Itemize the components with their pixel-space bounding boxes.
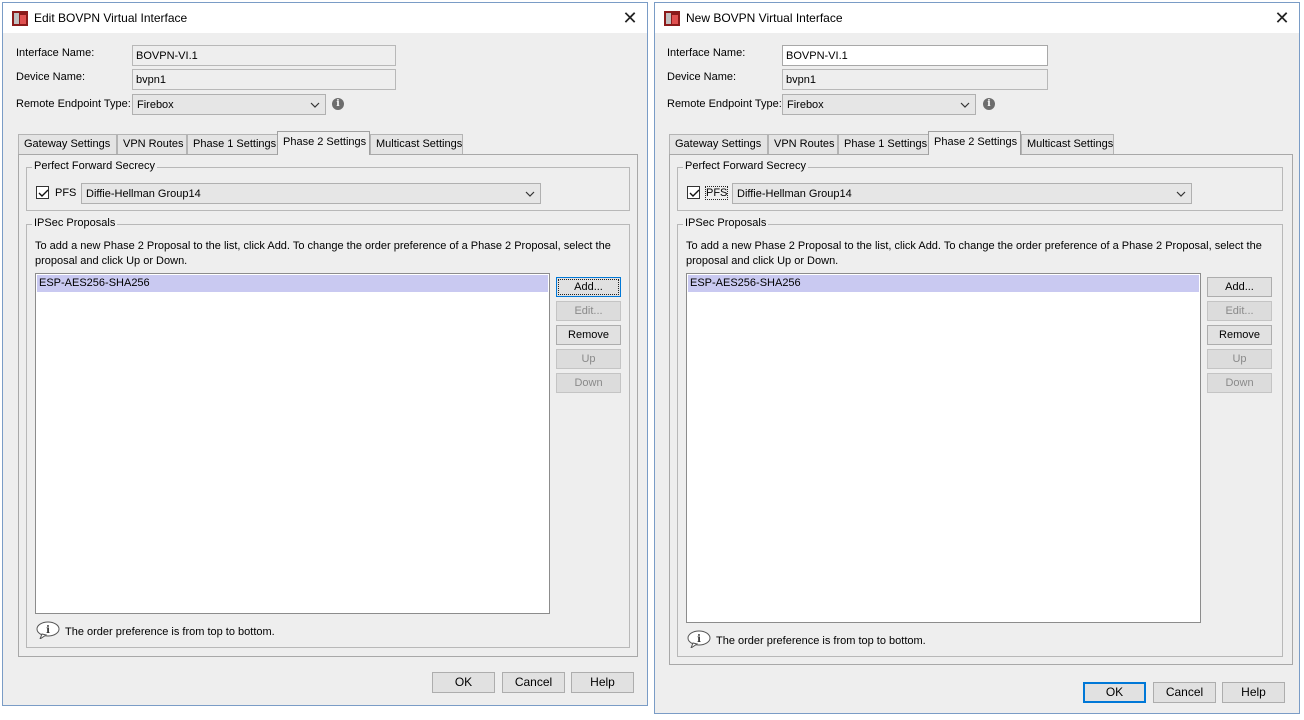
order-note: The order preference is from top to bott… bbox=[65, 626, 275, 638]
tab-phase2-settings[interactable]: Phase 2 Settings bbox=[928, 131, 1021, 155]
cancel-button[interactable]: Cancel bbox=[1153, 682, 1216, 703]
remove-button[interactable]: Remove bbox=[556, 325, 621, 345]
ok-button[interactable]: OK bbox=[432, 672, 495, 693]
tab-vpn-routes[interactable]: VPN Routes bbox=[117, 134, 187, 154]
ipsec-proposals-group: IPSec Proposals To add a new Phase 2 Pro… bbox=[26, 217, 630, 648]
tab-gateway-settings[interactable]: Gateway Settings bbox=[669, 134, 768, 154]
remote-endpoint-value: Firebox bbox=[787, 99, 824, 111]
device-name-field[interactable]: bvpn1 bbox=[782, 69, 1048, 90]
up-button[interactable]: Up bbox=[556, 349, 621, 369]
dh-group-value: Diffie-Hellman Group14 bbox=[737, 188, 852, 200]
list-item[interactable]: ESP-AES256-SHA256 bbox=[688, 275, 1199, 292]
ok-button[interactable]: OK bbox=[1083, 682, 1146, 703]
pfs-checkbox[interactable] bbox=[36, 186, 49, 199]
remote-endpoint-select[interactable]: Firebox bbox=[782, 94, 976, 115]
focus-ring bbox=[558, 279, 619, 295]
info-bubble-icon: i bbox=[687, 630, 711, 648]
pfs-group-title: Perfect Forward Secrecy bbox=[32, 160, 158, 172]
device-name-label: Device Name: bbox=[667, 71, 737, 83]
title-bar[interactable]: Edit BOVPN Virtual Interface ✕ bbox=[3, 3, 647, 33]
help-button[interactable]: Help bbox=[1222, 682, 1285, 703]
chevron-down-icon bbox=[525, 191, 535, 197]
chevron-down-icon bbox=[310, 102, 320, 108]
firebox-app-icon bbox=[12, 11, 28, 26]
ipsec-proposals-group: IPSec Proposals To add a new Phase 2 Pro… bbox=[677, 217, 1283, 657]
cancel-button[interactable]: Cancel bbox=[502, 672, 565, 693]
order-note: The order preference is from top to bott… bbox=[716, 635, 926, 647]
title-bar[interactable]: New BOVPN Virtual Interface ✕ bbox=[655, 3, 1299, 33]
ipsec-description-line2: proposal and click Up or Down. bbox=[686, 255, 839, 267]
pfs-checkbox[interactable] bbox=[687, 186, 700, 199]
edit-bovpn-dialog: Edit BOVPN Virtual Interface ✕ Interface… bbox=[2, 2, 648, 706]
info-bubble-icon: i bbox=[36, 621, 60, 639]
close-button[interactable]: ✕ bbox=[1269, 6, 1295, 30]
ipsec-description-line1: To add a new Phase 2 Proposal to the lis… bbox=[35, 240, 611, 252]
remote-endpoint-label: Remote Endpoint Type: bbox=[16, 98, 131, 110]
firebox-app-icon bbox=[664, 11, 680, 26]
edit-button[interactable]: Edit... bbox=[1207, 301, 1272, 321]
proposals-list[interactable]: ESP-AES256-SHA256 bbox=[686, 273, 1201, 623]
pfs-group: Perfect Forward Secrecy PFS Diffie-Hellm… bbox=[677, 160, 1283, 211]
phase2-tab-panel: Perfect Forward Secrecy PFS Diffie-Hellm… bbox=[18, 154, 638, 657]
dh-group-select[interactable]: Diffie-Hellman Group14 bbox=[81, 183, 541, 204]
tab-multicast-settings[interactable]: Multicast Settings bbox=[370, 134, 463, 154]
proposals-list[interactable]: ESP-AES256-SHA256 bbox=[35, 273, 550, 614]
ipsec-description-line1: To add a new Phase 2 Proposal to the lis… bbox=[686, 240, 1262, 252]
pfs-label: PFS bbox=[55, 187, 77, 199]
new-bovpn-dialog: New BOVPN Virtual Interface ✕ Interface … bbox=[654, 2, 1300, 714]
svg-text:i: i bbox=[46, 625, 50, 636]
close-button[interactable]: ✕ bbox=[617, 6, 643, 30]
interface-name-label: Interface Name: bbox=[16, 47, 95, 59]
help-button[interactable]: Help bbox=[571, 672, 634, 693]
tab-phase1-settings[interactable]: Phase 1 Settings bbox=[187, 134, 278, 154]
device-name-field[interactable]: bvpn1 bbox=[132, 69, 396, 90]
down-button[interactable]: Down bbox=[556, 373, 621, 393]
tab-gateway-settings[interactable]: Gateway Settings bbox=[18, 134, 117, 154]
tab-multicast-settings[interactable]: Multicast Settings bbox=[1021, 134, 1114, 154]
dh-group-select[interactable]: Diffie-Hellman Group14 bbox=[732, 183, 1192, 204]
device-name-label: Device Name: bbox=[16, 71, 86, 83]
ipsec-group-title: IPSec Proposals bbox=[32, 217, 118, 229]
remote-endpoint-label: Remote Endpoint Type: bbox=[667, 98, 782, 110]
info-icon[interactable]: i bbox=[332, 98, 344, 110]
window-title: Edit BOVPN Virtual Interface bbox=[34, 11, 188, 25]
svg-text:i: i bbox=[697, 634, 701, 645]
phase2-tab-panel: Perfect Forward Secrecy PFS Diffie-Hellm… bbox=[669, 154, 1293, 665]
window-title: New BOVPN Virtual Interface bbox=[686, 11, 843, 25]
add-button[interactable]: Add... bbox=[1207, 277, 1272, 297]
tab-vpn-routes[interactable]: VPN Routes bbox=[768, 134, 838, 154]
add-button[interactable]: Add... bbox=[556, 277, 621, 297]
pfs-group-title: Perfect Forward Secrecy bbox=[683, 160, 809, 172]
info-icon[interactable]: i bbox=[983, 98, 995, 110]
up-button[interactable]: Up bbox=[1207, 349, 1272, 369]
edit-button[interactable]: Edit... bbox=[556, 301, 621, 321]
remove-button[interactable]: Remove bbox=[1207, 325, 1272, 345]
down-button[interactable]: Down bbox=[1207, 373, 1272, 393]
interface-name-field[interactable]: BOVPN-VI.1 bbox=[782, 45, 1048, 66]
pfs-group: Perfect Forward Secrecy PFS Diffie-Hellm… bbox=[26, 160, 630, 211]
dh-group-value: Diffie-Hellman Group14 bbox=[86, 188, 201, 200]
interface-name-label: Interface Name: bbox=[667, 47, 746, 59]
checkmark-icon bbox=[689, 189, 700, 197]
tab-phase2-settings[interactable]: Phase 2 Settings bbox=[277, 131, 370, 155]
interface-name-field[interactable]: BOVPN-VI.1 bbox=[132, 45, 396, 66]
chevron-down-icon bbox=[960, 102, 970, 108]
ipsec-description-line2: proposal and click Up or Down. bbox=[35, 255, 188, 267]
chevron-down-icon bbox=[1176, 191, 1186, 197]
list-item[interactable]: ESP-AES256-SHA256 bbox=[37, 275, 548, 292]
checkmark-icon bbox=[38, 189, 49, 197]
remote-endpoint-value: Firebox bbox=[137, 99, 174, 111]
remote-endpoint-select[interactable]: Firebox bbox=[132, 94, 326, 115]
tab-phase1-settings[interactable]: Phase 1 Settings bbox=[838, 134, 929, 154]
ipsec-group-title: IPSec Proposals bbox=[683, 217, 769, 229]
tab-strip: Gateway Settings VPN Routes Phase 1 Sett… bbox=[669, 131, 1293, 155]
pfs-label: PFS bbox=[704, 186, 729, 200]
tab-strip: Gateway Settings VPN Routes Phase 1 Sett… bbox=[18, 131, 638, 155]
